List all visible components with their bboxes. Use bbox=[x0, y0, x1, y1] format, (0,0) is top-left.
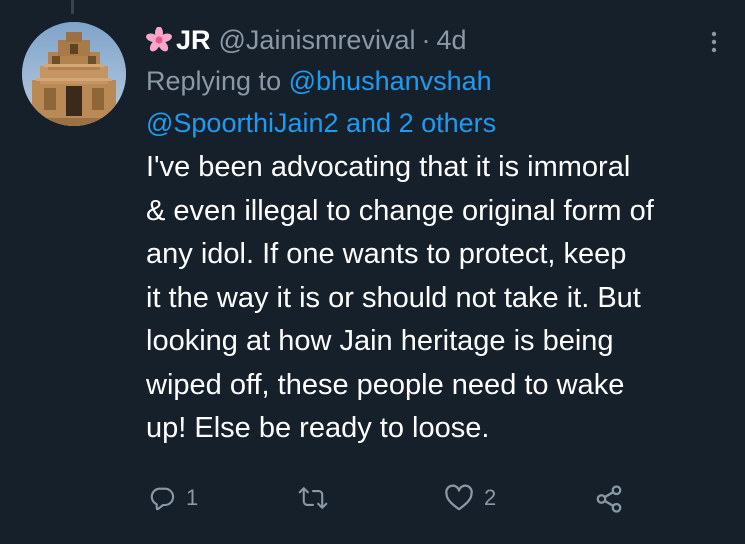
replying-to-more: @SpoorthiJain2 and 2 others bbox=[146, 102, 731, 144]
share-icon bbox=[596, 485, 622, 513]
reply-icon bbox=[150, 487, 175, 511]
tweet-text-line: & even illegal to change original form o… bbox=[146, 194, 654, 227]
pink-flower-icon bbox=[146, 27, 172, 52]
replying-to-label: Replying to bbox=[146, 66, 282, 96]
heart-icon bbox=[445, 484, 473, 511]
user-handle[interactable]: @Jainismrevival bbox=[219, 20, 416, 60]
tweet-text: I've been advocating that it is immoral … bbox=[146, 146, 731, 451]
thread-line bbox=[71, 0, 74, 14]
tweet-text-line: I've been advocating that it is immoral bbox=[146, 151, 631, 183]
tweet-text-line: wiped off, these people need to wake bbox=[146, 368, 625, 401]
tweet-text-line: looking at how Jain heritage is being bbox=[146, 325, 614, 357]
more-vertical-icon[interactable] bbox=[704, 30, 724, 54]
tweet-text-line: it the way it is or should not take it. … bbox=[146, 281, 641, 314]
display-name[interactable]: JR bbox=[176, 20, 211, 60]
tweet-header: JR @Jainismrevival · 4d bbox=[146, 20, 731, 60]
like-button[interactable]: 2 bbox=[444, 484, 496, 512]
reply-count: 1 bbox=[186, 485, 199, 510]
tweet-content: JR @Jainismrevival · 4d Replying to @bhu… bbox=[146, 20, 731, 451]
avatar[interactable] bbox=[22, 22, 126, 126]
tweet-text-line: up! Else be ready to loose. bbox=[146, 412, 490, 444]
mention-link[interactable]: @bhushanvshah bbox=[289, 66, 492, 96]
share-button[interactable] bbox=[594, 484, 624, 514]
separator-dot: · bbox=[421, 25, 431, 55]
reply-button[interactable]: 1 bbox=[148, 484, 198, 512]
timestamp[interactable]: 4d bbox=[436, 20, 466, 60]
mention-link-others[interactable]: @SpoorthiJain2 and 2 others bbox=[146, 108, 496, 138]
tweet-actions: 1 2 bbox=[146, 484, 646, 524]
tweet[interactable]: JR @Jainismrevival · 4d Replying to @bhu… bbox=[0, 0, 745, 544]
tweet-text-line: any idol. If one wants to protect, keep bbox=[146, 238, 627, 270]
retweet-icon bbox=[298, 487, 328, 509]
retweet-button[interactable] bbox=[298, 484, 338, 512]
like-count: 2 bbox=[484, 485, 497, 510]
temple-avatar-image bbox=[22, 22, 126, 126]
replying-to: Replying to @bhushanvshah bbox=[146, 60, 731, 102]
